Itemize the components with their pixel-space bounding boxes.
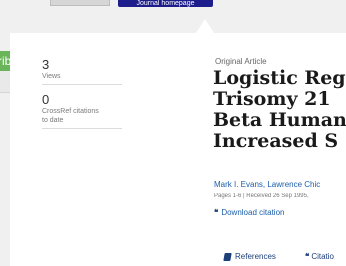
title-line: Beta Human (213, 109, 346, 131)
tab-citations[interactable]: ❝ Citatio (305, 252, 346, 261)
quote-icon: ❝ (305, 252, 310, 261)
title-line: Trisomy 21 (213, 88, 331, 110)
article-title[interactable]: Logistic Reg Trisomy 21 Beta Human Incre… (213, 68, 346, 152)
views-label: Views (42, 73, 61, 80)
article-type: Original Article (215, 57, 267, 66)
title-line: Increased S (213, 130, 339, 152)
crossref-metric: 0 CrossRef citations to date (42, 93, 122, 129)
views-count: 3 (42, 57, 50, 72)
quote-icon: ❝ (214, 208, 219, 217)
crossref-count: 0 (42, 92, 50, 107)
tab-references-label: References (235, 252, 276, 261)
pages-info: Pages 1-6 | Received 26 Sep 1995, (214, 193, 309, 199)
tab-citations-label: Citatio (311, 252, 334, 261)
divider (42, 128, 122, 129)
journal-homepage-button[interactable]: Journal homepage (118, 0, 213, 7)
book-icon (223, 252, 232, 261)
crossref-label-line2: to date (42, 117, 64, 124)
journal-cover-thumbnail[interactable] (50, 0, 110, 6)
divider (42, 84, 122, 85)
tab-references[interactable]: References (223, 252, 276, 261)
crossref-label-line1: CrossRef citations (42, 108, 99, 115)
views-metric: 3 Views (42, 58, 122, 85)
title-line: Logistic Reg (213, 68, 346, 89)
download-citation-link[interactable]: ❝ Download citation (214, 208, 284, 217)
card-pointer (196, 19, 214, 33)
download-citation-label: Download citation (221, 208, 285, 217)
authors-link[interactable]: Mark I. Evans, Lawrence Chic (214, 180, 346, 189)
